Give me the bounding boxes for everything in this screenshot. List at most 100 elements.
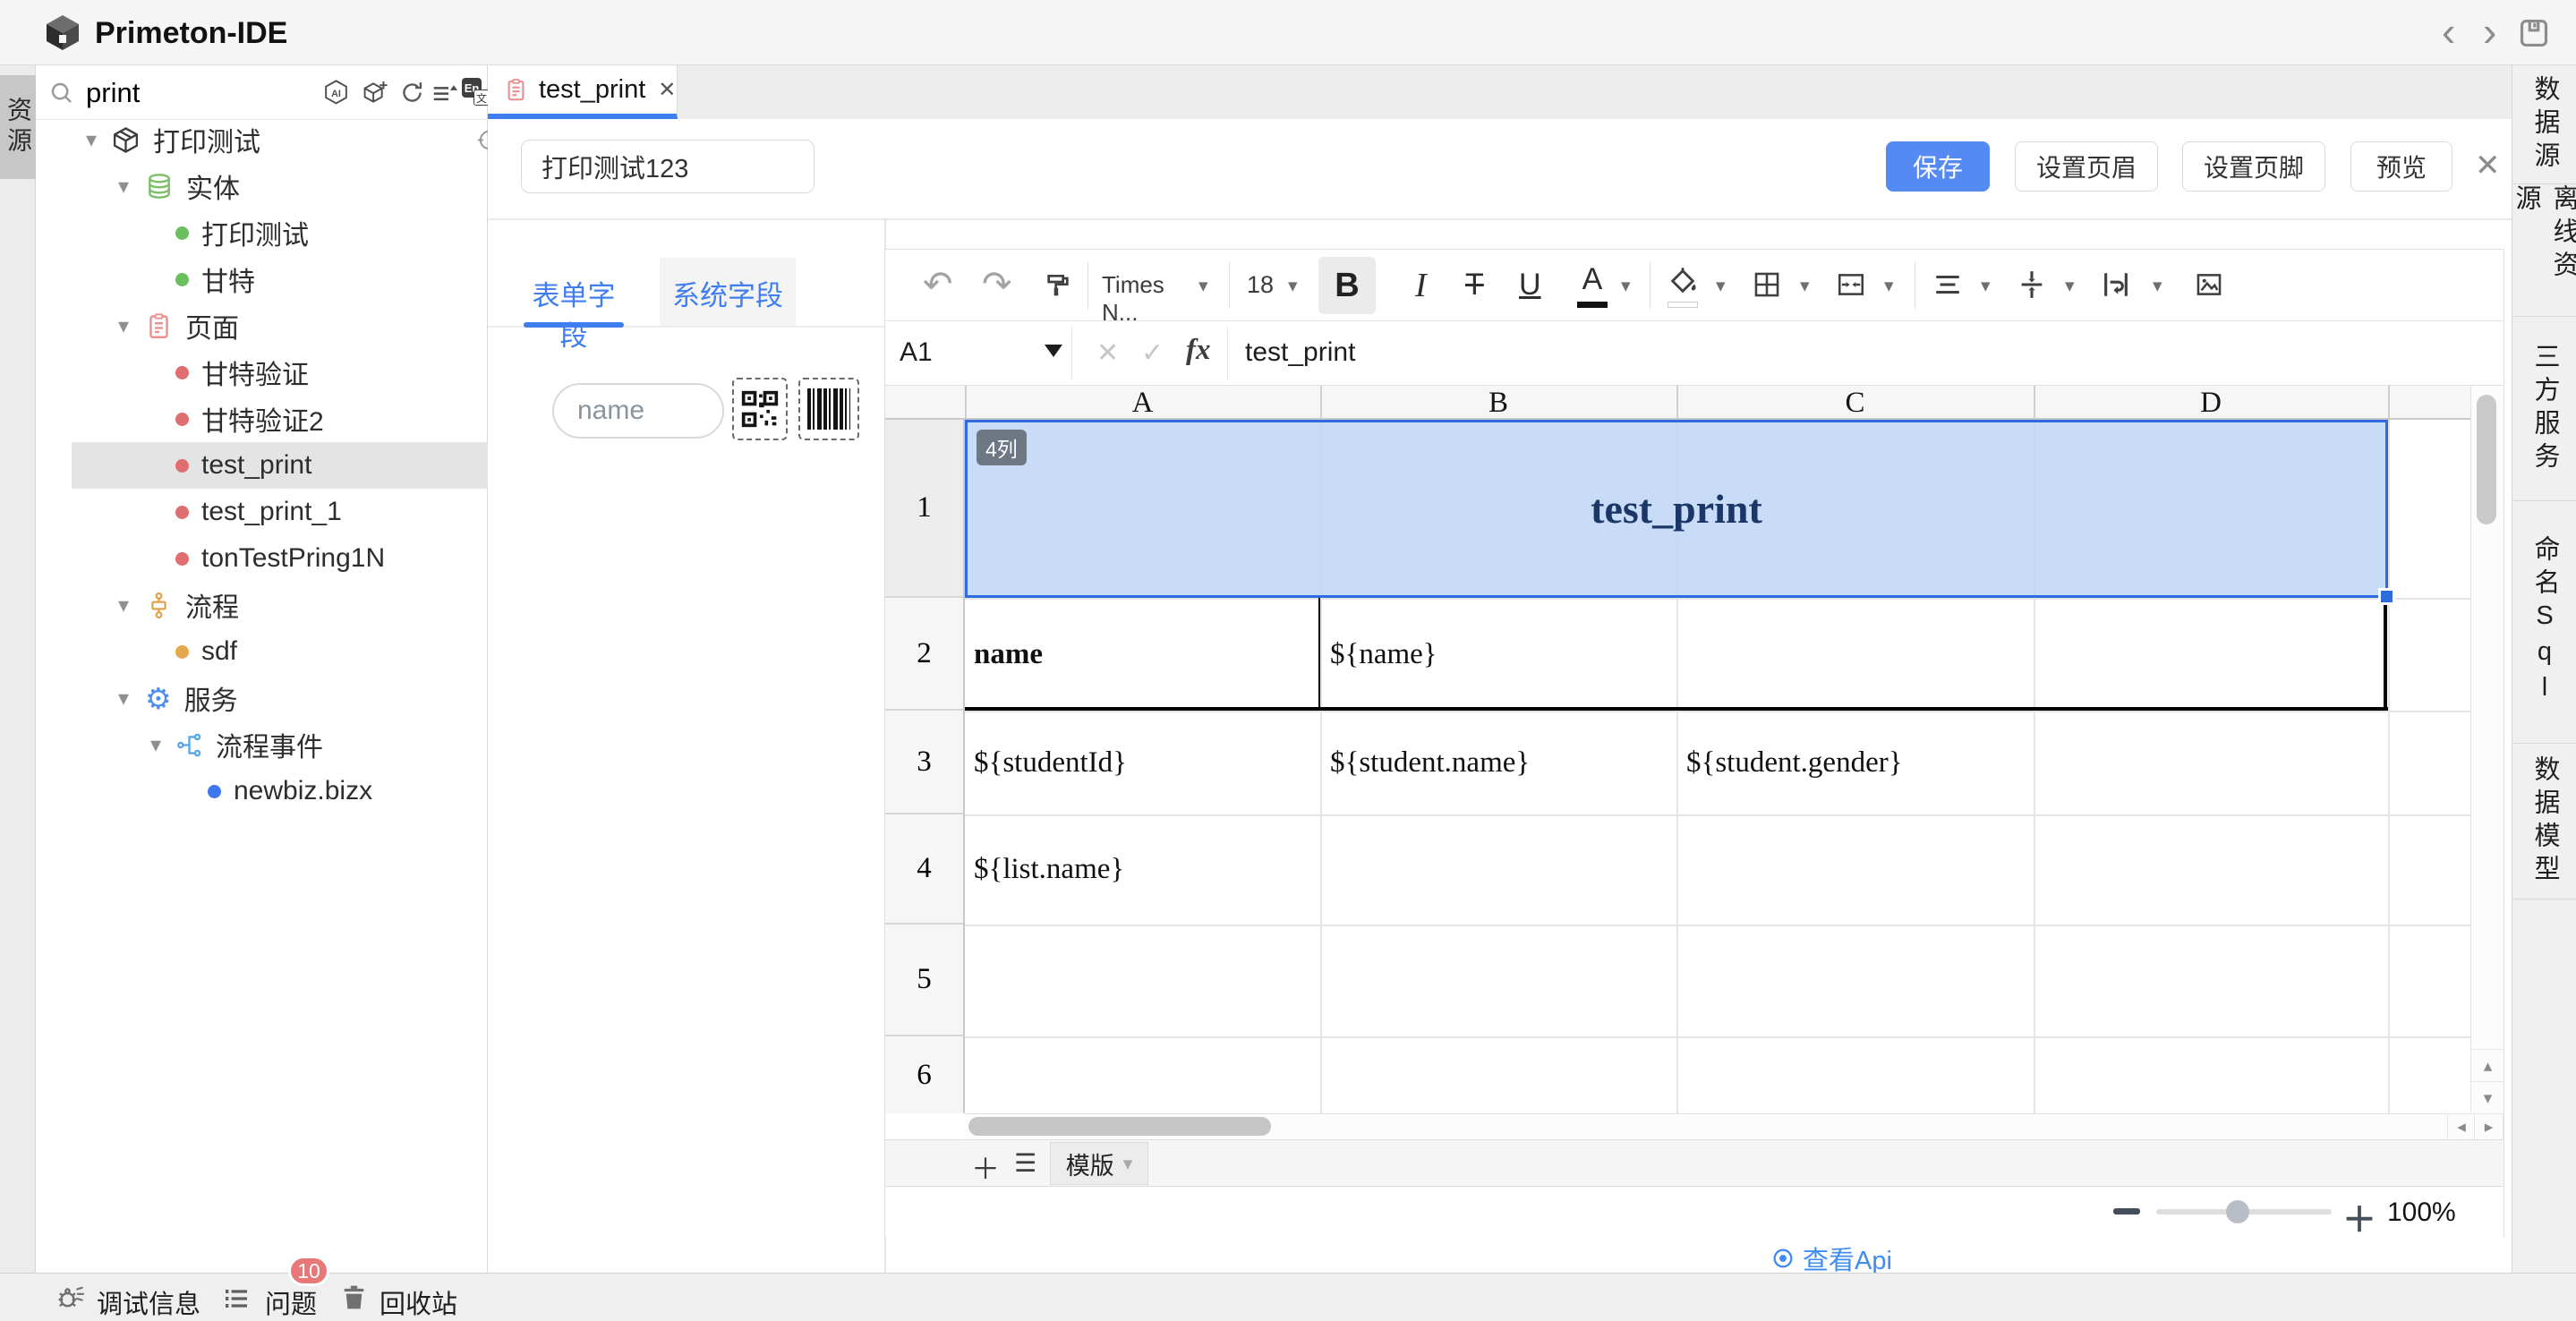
editor-close-icon[interactable]: ✕ (2475, 148, 2501, 183)
tree-row-entity-gantt[interactable]: 甘特 (72, 256, 524, 303)
chevron-down-icon[interactable]: ▾ (1716, 277, 1726, 295)
expander-icon[interactable]: ▾ (150, 732, 168, 758)
zoom-in-button[interactable]: ＋ (2342, 1192, 2376, 1241)
preview-button[interactable]: 预览 (2350, 141, 2452, 192)
row-header-2[interactable]: 2 (885, 598, 963, 711)
row-header-4[interactable]: 4 (885, 814, 963, 925)
recycle-bin-label[interactable]: 回收站 (380, 1283, 457, 1321)
col-header-d[interactable]: D (2034, 387, 2388, 420)
horizontal-align-icon[interactable] (1932, 269, 1963, 300)
expander-icon[interactable]: ▾ (118, 313, 136, 339)
vertical-scrollbar-thumb[interactable] (2477, 395, 2496, 524)
borders-icon[interactable] (1752, 269, 1782, 300)
rail-tab-thirdparty-services[interactable]: 三方服务 (2512, 317, 2576, 501)
undo-icon[interactable]: ↶ (923, 264, 953, 305)
zoom-slider-thumb[interactable] (2226, 1200, 2249, 1223)
redo-icon[interactable]: ↷ (982, 264, 1012, 305)
chevron-down-icon[interactable]: ▾ (1981, 277, 1991, 295)
fx-icon[interactable]: fx (1186, 334, 1211, 367)
sheet-tab-template[interactable]: 模版 ▾ (1050, 1142, 1148, 1185)
tree-row-root[interactable]: ▾ 打印测试 (72, 116, 524, 163)
ai-assist-icon[interactable]: AI (322, 79, 350, 107)
fields-tab-system-bg[interactable]: 系统字段 (660, 258, 796, 328)
cell-b2[interactable]: ${name} (1330, 598, 1867, 711)
rail-tab-datasource[interactable]: 数据源 (2512, 65, 2576, 184)
strikethrough-button[interactable]: T (1465, 268, 1484, 303)
cell-c3[interactable]: ${student.gender} (1686, 711, 2031, 814)
expander-icon[interactable]: ▾ (118, 592, 136, 618)
scroll-down-button[interactable]: ▾ (2470, 1081, 2503, 1113)
col-header-c[interactable]: C (1676, 387, 2034, 420)
tree-row-page-gantt-check2[interactable]: 甘特验证2 (72, 396, 524, 442)
italic-button[interactable]: I (1415, 266, 1427, 305)
cell-a3[interactable]: ${studentId} (974, 711, 1314, 814)
tab-close-icon[interactable]: ✕ (658, 77, 676, 103)
problems-label[interactable]: 问题 (265, 1283, 317, 1321)
rail-tab-offline-resources[interactable]: 离线资源 (2512, 184, 2576, 317)
row-header-6[interactable]: 6 (885, 1036, 963, 1113)
vertical-scrollbar[interactable] (2470, 386, 2503, 1049)
tree-row-entities[interactable]: ▾ 实体 (72, 163, 524, 209)
tree-row-entity-print-test[interactable]: 打印测试 (72, 209, 524, 256)
sort-filter-icon[interactable] (431, 80, 457, 107)
template-name-input[interactable] (521, 140, 815, 193)
cell-a2[interactable]: name (974, 598, 1314, 711)
tree-row-pages[interactable]: ▾ 页面 (72, 303, 524, 349)
rail-tab-named-sql[interactable]: 命名Sql (2512, 501, 2576, 744)
save-file-icon[interactable] (2517, 16, 2551, 50)
tab-form-fields[interactable]: 表单字段 (524, 273, 624, 354)
tree-row-flow-sdf[interactable]: sdf (72, 628, 524, 675)
field-chip-name[interactable]: name (552, 383, 724, 439)
rail-tab-data-model[interactable]: 数据模型 (2512, 744, 2576, 899)
rail-tab-resources[interactable]: 资源 (0, 75, 36, 179)
tree-row-page-gantt-check[interactable]: 甘特验证 (72, 349, 524, 396)
set-header-button[interactable]: 设置页眉 (2015, 141, 2158, 192)
formula-input[interactable]: test_print (1245, 337, 1355, 368)
tree-row-flow-events[interactable]: ▾ 流程事件 (72, 721, 524, 768)
expander-icon[interactable]: ▾ (118, 174, 136, 200)
refresh-icon[interactable] (399, 80, 425, 106)
set-footer-button[interactable]: 设置页脚 (2182, 141, 2325, 192)
chevron-down-icon[interactable]: ▾ (1288, 277, 1298, 295)
row-header-1[interactable]: 1 (885, 420, 963, 598)
merge-cells-icon[interactable] (1836, 269, 1866, 300)
chevron-down-icon[interactable]: ▾ (1198, 277, 1208, 295)
search-input[interactable] (84, 74, 303, 112)
expander-icon[interactable]: ▾ (86, 127, 104, 153)
col-header-b[interactable]: B (1320, 387, 1676, 420)
tree-row-page-test-print[interactable]: test_print (72, 442, 524, 489)
tree-row-flows[interactable]: ▾ 流程 (72, 582, 524, 628)
tree-row-page-tontestpring1n[interactable]: tonTestPring1N (72, 535, 524, 582)
scroll-up-button[interactable]: ▴ (2470, 1049, 2503, 1083)
zoom-out-button[interactable] (2113, 1208, 2140, 1214)
cell-a4[interactable]: ${list.name} (974, 814, 1314, 925)
scroll-left-button[interactable]: ◂ (2447, 1113, 2476, 1141)
tab-test-print[interactable]: test_print ✕ (488, 65, 678, 119)
view-api-link[interactable]: 查看Api (1770, 1240, 1892, 1277)
nav-forward-icon[interactable]: › (2483, 7, 2496, 55)
barcode-widget[interactable] (798, 378, 859, 440)
selected-merged-cell-a1[interactable]: 4列 test_print (965, 420, 2388, 598)
selection-fill-handle[interactable] (2378, 588, 2395, 605)
debug-info-label[interactable]: 调试信息 (97, 1283, 200, 1321)
qr-code-widget[interactable] (732, 378, 788, 440)
translate-icon[interactable]: En 文 (462, 78, 490, 107)
cell-b3[interactable]: ${student.name} (1330, 711, 1675, 814)
vertical-align-icon[interactable] (2017, 269, 2047, 300)
bold-button[interactable]: B (1318, 257, 1376, 314)
horizontal-scrollbar-thumb[interactable] (968, 1117, 1271, 1136)
chevron-down-icon[interactable]: ▾ (2065, 277, 2075, 295)
chevron-down-icon[interactable]: ▾ (2153, 277, 2162, 295)
cell-ref-caret-icon[interactable] (1045, 345, 1062, 357)
font-size-select[interactable]: 18 (1247, 271, 1274, 299)
new-package-icon[interactable] (362, 79, 389, 107)
text-wrap-icon[interactable] (2101, 269, 2131, 300)
tree-row-newbiz[interactable]: newbiz.bizx (72, 768, 524, 814)
formula-confirm-icon[interactable]: ✓ (1141, 337, 1164, 369)
font-family-select[interactable]: Times N... (1102, 271, 1191, 327)
fill-color-icon[interactable] (1668, 266, 1698, 296)
horizontal-scrollbar[interactable] (965, 1113, 2447, 1139)
add-sheet-button[interactable]: ＋ (971, 1146, 1000, 1188)
chevron-down-icon[interactable]: ▾ (1800, 277, 1810, 295)
nav-back-icon[interactable]: ‹ (2442, 7, 2455, 55)
